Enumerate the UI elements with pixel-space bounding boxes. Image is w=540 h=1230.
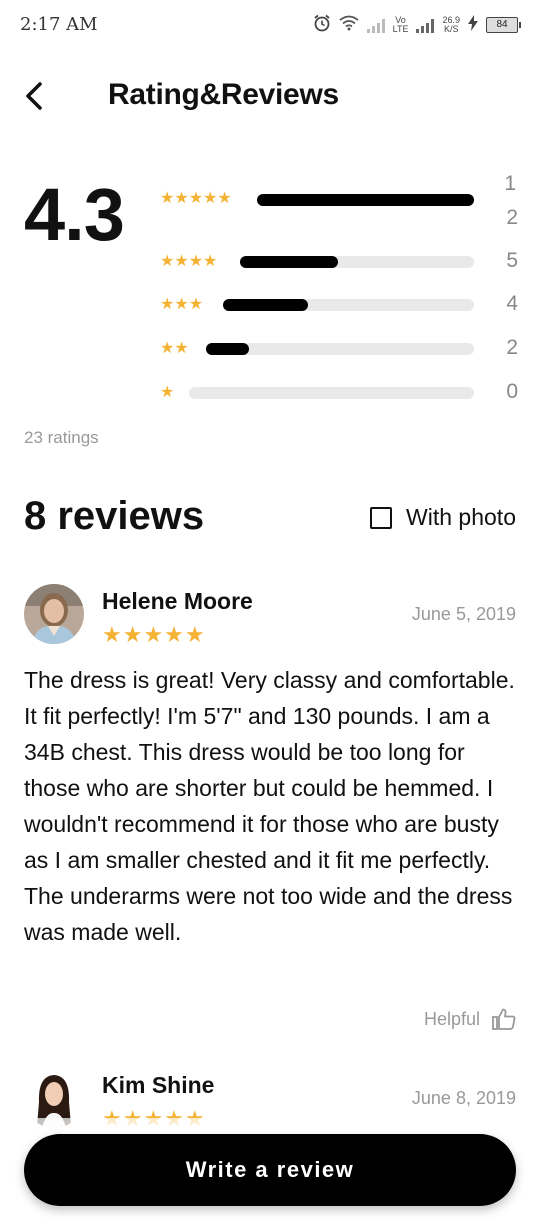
review-date: June 8, 2019 [411,1088,516,1108]
rating-row-count: 4 [506,292,518,315]
rating-row-5-star: ★★★★★ 2 [160,186,520,229]
avatar[interactable] [24,584,84,644]
rating-row-count: 2 [506,336,518,359]
helpful-label: Helpful [423,1008,480,1029]
rating-bar-fill [257,194,474,206]
rating-row-count: 5 [506,249,518,272]
with-photo-label: With photo [406,504,516,530]
rating-bar-track [206,343,474,355]
review-card: Helene Moore ★★★★★ June 5, 2019 The dres… [24,584,516,1044]
rating-bar-track [257,194,474,206]
rating-bar-fill [223,299,309,311]
rating-bar-track [189,387,474,399]
speed-unit: K/S [443,23,459,34]
rating-row-count: 2 [506,206,518,229]
review-date: June 5, 2019 [411,604,516,624]
review-rating-stars: ★★★★★ [102,622,206,647]
signal-icon-2 [416,17,435,33]
wifi-icon [339,15,359,34]
rating-row-count: 0 [506,380,518,403]
rating-row-3-star: ★★★ 4 [160,292,520,316]
battery-icon: 84 [486,16,521,33]
battery-level: 84 [496,19,508,30]
rating-bar-fill [240,256,339,268]
rating-row-stars: ★★★★ [160,253,218,270]
rating-bar-track [223,299,474,311]
review-text: The dress is great! Very classy and comf… [24,667,515,945]
helpful-button[interactable]: Helpful [424,1008,516,1030]
alarm-icon [313,14,331,35]
app-header: Rating&Reviews [0,70,540,122]
back-button[interactable] [20,76,56,116]
write-review-button[interactable]: Write a review [24,1134,516,1206]
average-rating: 4.3 [24,173,125,256]
with-photo-checkbox[interactable] [370,506,393,529]
ratings-total: 23 ratings [24,428,99,447]
reviews-count-title: 8 reviews [24,494,205,538]
reviewer-name: Helene Moore [102,588,253,614]
rating-row-2-star: ★★ 2 [160,336,520,360]
rating-row-stars: ★ [160,384,175,401]
rating-row-stars: ★★ [160,340,189,357]
network-label-bottom: LTE [392,23,409,34]
charging-icon [468,15,478,34]
reviewer-name: Kim Shine [102,1072,215,1098]
rating-bar-fill [206,343,249,355]
status-time: 2:17 AM [20,14,98,35]
network-type: Vo LTE [392,15,409,34]
page-title: Rating&Reviews [108,78,339,111]
status-bar: 2:17 AM Vo LTE 26.9 K/S 84 [0,0,540,52]
with-photo-filter[interactable]: With photo [370,504,516,531]
network-speed: 26.9 K/S [442,15,460,34]
rating-bar-track [240,256,474,268]
rating-row-stars: ★★★★★ [160,190,232,207]
rating-row-stars: ★★★ [160,296,204,313]
rating-row-1-star: ★ 0 [160,380,520,404]
back-arrow-icon [26,82,42,110]
signal-icon-1 [366,17,385,33]
thumbs-up-icon [492,1008,516,1030]
status-icons: Vo LTE 26.9 K/S 84 [313,14,521,35]
rating-row-4-star: ★★★★ 5 [160,249,520,273]
